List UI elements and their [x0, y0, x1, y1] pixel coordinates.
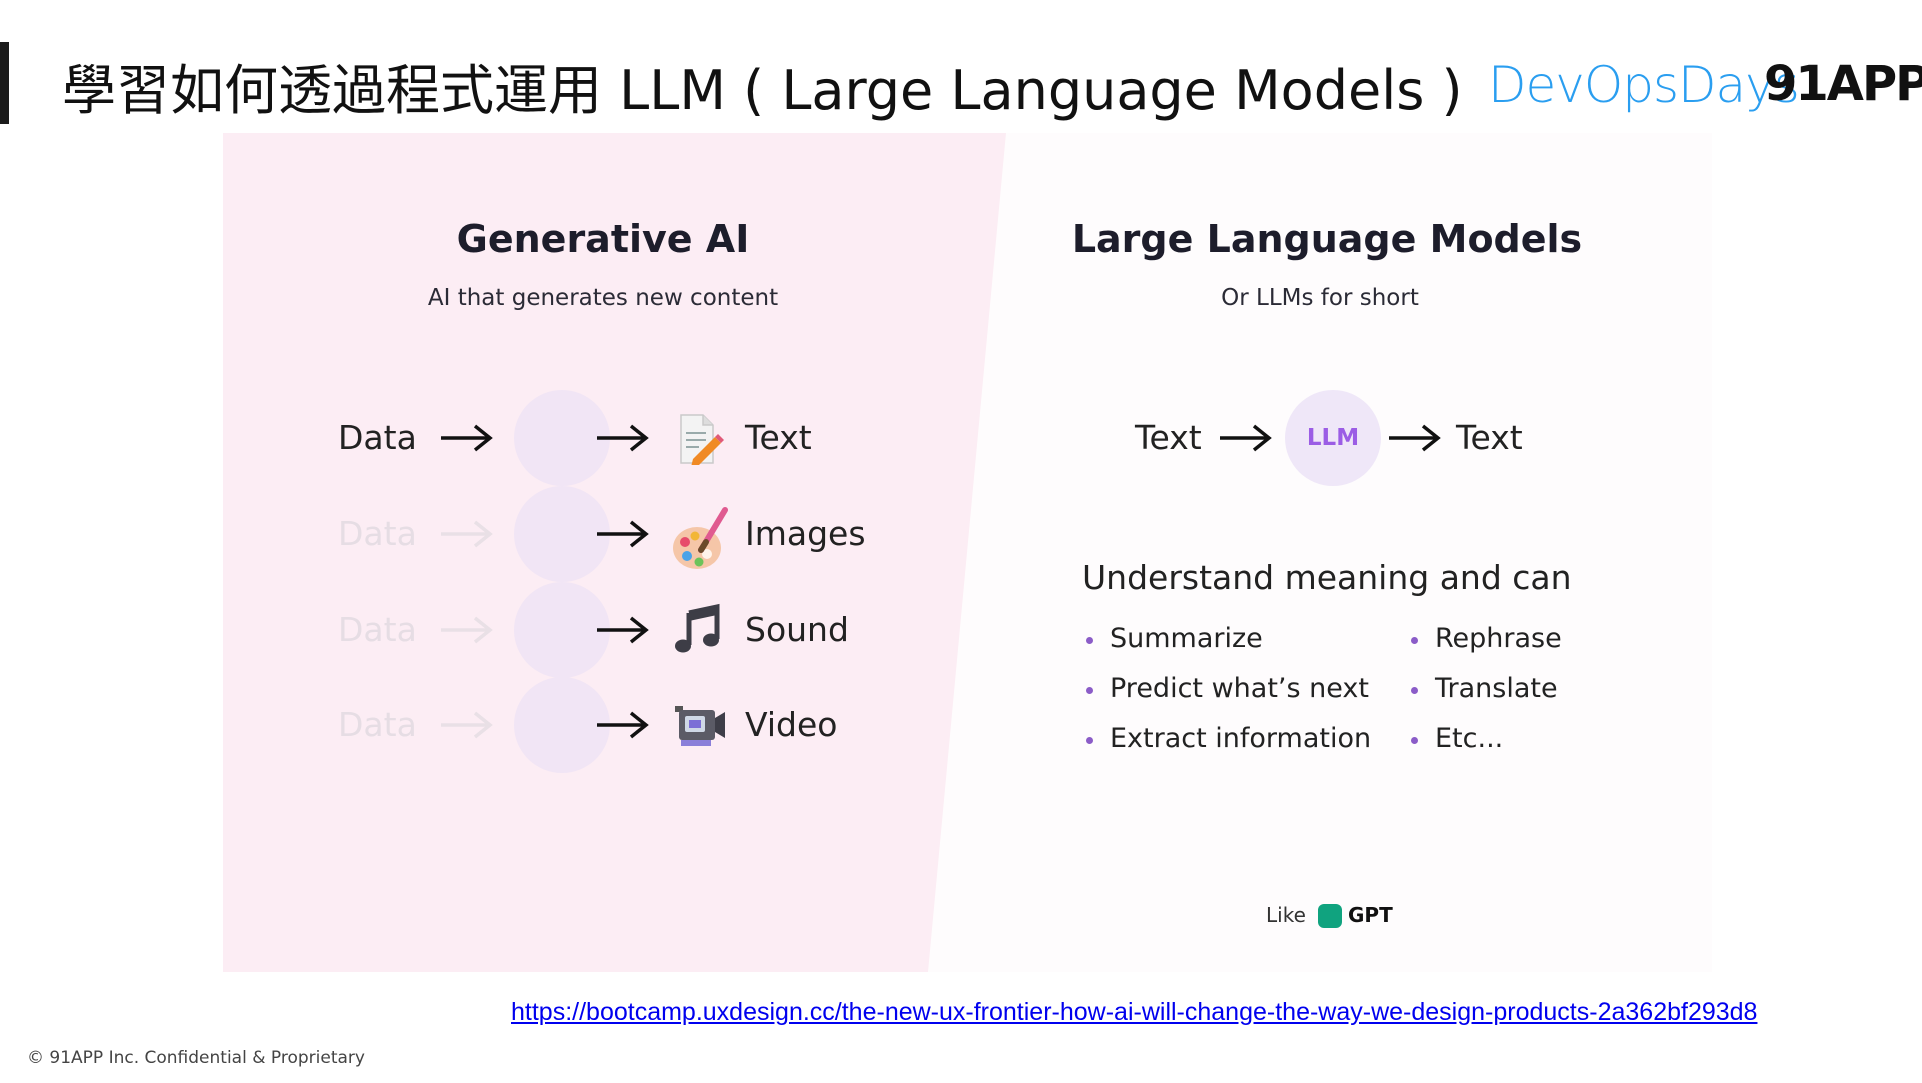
- like-label: Like: [1266, 903, 1306, 927]
- capability-item: Etc...: [1410, 723, 1504, 754]
- music-note-icon: [675, 603, 720, 653]
- data-label: Data: [338, 610, 417, 649]
- capability-item: Extract information: [1085, 723, 1372, 754]
- arrow-right-icon: [441, 711, 493, 739]
- llm-output-label: Text: [1456, 418, 1523, 457]
- arrow-right-icon: [597, 616, 649, 644]
- llm-input-label: Text: [1135, 418, 1202, 457]
- footer-copyright: © 91APP Inc. Confidential & Proprietary: [27, 1048, 365, 1068]
- openai-logo-icon: [1318, 904, 1342, 928]
- sound-output-label: Sound: [745, 610, 849, 649]
- gpt-label: GPT: [1348, 903, 1393, 927]
- arrow-right-icon: [597, 711, 649, 739]
- slide-title: 學習如何透過程式運用 LLM ( Large Language Models ): [62, 59, 1463, 122]
- arrow-right-icon: [1220, 424, 1272, 452]
- images-output-label: Images: [745, 514, 866, 553]
- capability-item: Translate: [1411, 673, 1558, 704]
- generative-ai-title: Generative AI: [456, 217, 750, 261]
- llm-subtitle: Or LLMs for short: [1221, 285, 1419, 311]
- capability-item: Predict what’s next: [1086, 673, 1369, 704]
- generative-ai-subtitle: AI that generates new content: [427, 285, 779, 311]
- 91app-logo: 91APP: [1764, 56, 1922, 112]
- accent-bar: [0, 42, 9, 124]
- text-output-label: Text: [745, 418, 812, 457]
- video-camera-icon: [675, 706, 725, 746]
- video-output-label: Video: [745, 705, 838, 744]
- arrow-right-icon: [441, 616, 493, 644]
- arrow-right-icon: [597, 520, 649, 548]
- document-pencil-icon: [680, 414, 724, 465]
- llm-node: LLM: [1285, 390, 1381, 486]
- data-label: Data: [338, 418, 417, 457]
- arrow-right-icon: [441, 520, 493, 548]
- data-label: Data: [338, 705, 417, 744]
- embedded-image: Generative AI AI that generates new cont…: [223, 133, 1712, 972]
- llm-title: Large Language Models: [1071, 217, 1583, 261]
- palette-icon: [673, 507, 728, 569]
- arrow-right-icon: [597, 424, 649, 452]
- source-link[interactable]: https://bootcamp.uxdesign.cc/the-new-ux-…: [511, 998, 1757, 1027]
- capability-item: Summarize: [1086, 623, 1263, 654]
- capability-item: Rephrase: [1411, 623, 1562, 654]
- devopsdays-logo: DevOpsDays: [1488, 56, 1800, 114]
- arrow-right-icon: [441, 424, 493, 452]
- arrow-right-icon: [1389, 424, 1441, 452]
- data-label: Data: [338, 514, 417, 553]
- understand-heading: Understand meaning and can: [1082, 558, 1572, 597]
